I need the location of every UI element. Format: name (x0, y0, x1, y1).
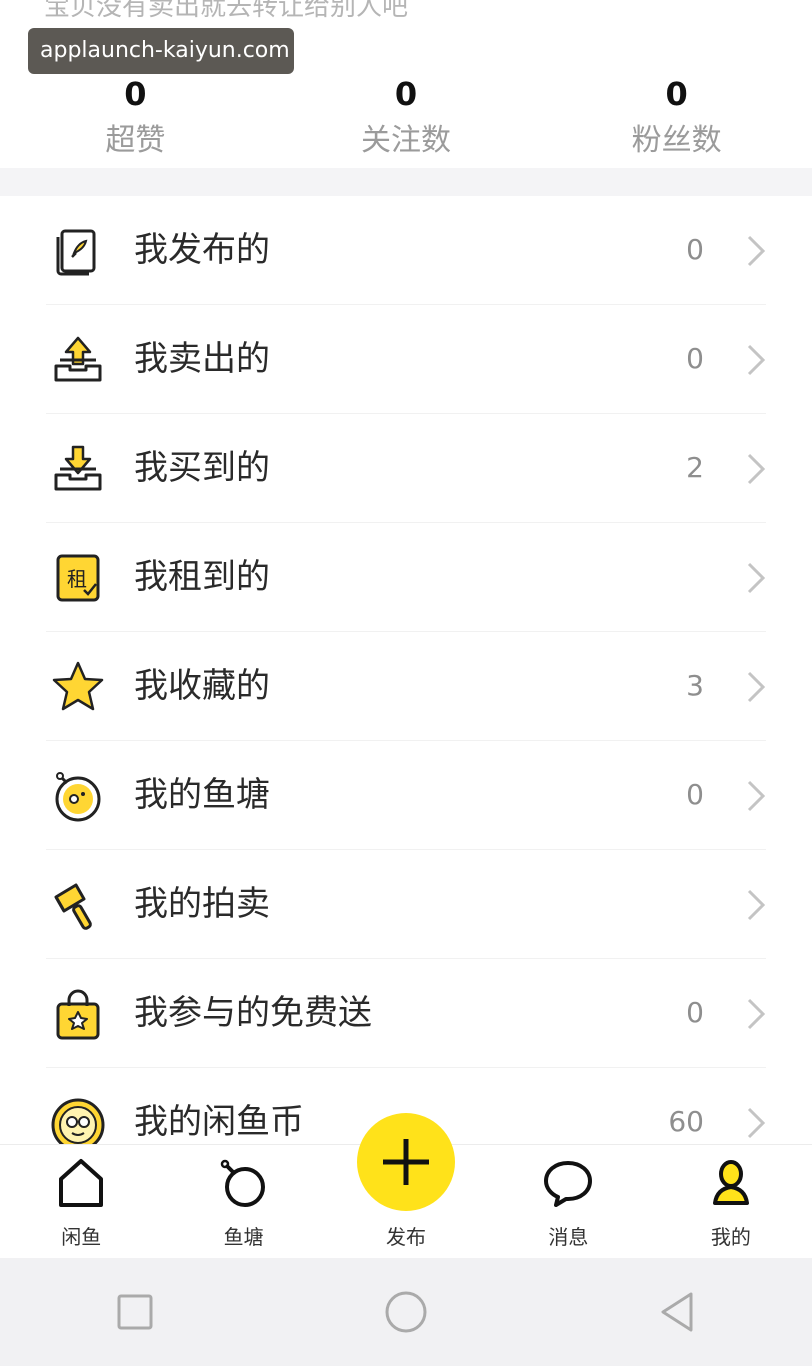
section-gap (0, 168, 812, 196)
menu-item-sold[interactable]: 我卖出的 0 (0, 305, 812, 414)
system-nav-bar (0, 1258, 812, 1366)
menu-item-label: 我收藏的 (134, 666, 270, 706)
download-tray-icon (54, 445, 102, 491)
pond-ring-icon (220, 1159, 265, 1207)
menu-item-auction[interactable]: 我的拍卖 (0, 850, 812, 959)
tab-mine[interactable]: 我的 (650, 1145, 812, 1258)
stat-following[interactable]: 0 关注数 (271, 74, 542, 170)
menu-item-count: 0 (686, 778, 704, 811)
menu-item-count: 60 (668, 1105, 704, 1138)
menu-item-label: 我卖出的 (134, 339, 270, 379)
back-nav-button[interactable] (647, 1282, 707, 1342)
recent-apps-button[interactable] (105, 1282, 165, 1342)
stat-following-label: 关注数 (361, 123, 451, 158)
menu-item-fishpond[interactable]: 我的鱼塘 0 (0, 741, 812, 850)
svg-text:租: 租 (67, 567, 87, 591)
stat-followers[interactable]: 0 粉丝数 (541, 74, 812, 170)
chevron-right-icon (747, 1107, 766, 1139)
tab-label: 发布 (386, 1225, 427, 1249)
stat-followers-label: 粉丝数 (631, 123, 722, 158)
upload-tray-icon (54, 336, 102, 382)
chevron-right-icon (747, 889, 766, 921)
menu-item-bought[interactable]: 我买到的 2 (0, 414, 812, 523)
chevron-right-icon (747, 562, 766, 594)
fishpond-icon (55, 772, 101, 822)
menu-item-label: 我参与的免费送 (134, 993, 372, 1033)
menu-item-count: 3 (686, 669, 704, 702)
gift-bag-icon (56, 989, 100, 1040)
coin-icon (51, 1098, 105, 1146)
menu-list: 我发布的 0 我卖出的 0 我买到的 2 租 我租到的 我收藏的 3 我的鱼塘 … (0, 196, 812, 1146)
tab-messages[interactable]: 消息 (487, 1145, 649, 1258)
menu-item-label: 我发布的 (134, 230, 270, 270)
stats-bar: 0 超赞 0 关注数 0 粉丝数 (0, 74, 812, 170)
menu-item-rented[interactable]: 租 我租到的 (0, 523, 812, 632)
tab-label: 鱼塘 (223, 1225, 264, 1249)
menu-item-favorites[interactable]: 我收藏的 3 (0, 632, 812, 741)
square-icon (117, 1294, 153, 1330)
tab-home[interactable]: 闲鱼 (0, 1145, 162, 1258)
menu-item-label: 我租到的 (134, 557, 270, 597)
menu-item-count: 0 (686, 996, 704, 1029)
menu-item-label: 我买到的 (134, 448, 270, 488)
profile-icon (712, 1160, 749, 1205)
chevron-right-icon (747, 235, 766, 267)
chevron-right-icon (747, 344, 766, 376)
back-triangle-icon (661, 1292, 693, 1332)
stat-following-value: 0 (394, 75, 418, 113)
menu-item-published[interactable]: 我发布的 0 (0, 196, 812, 305)
circle-icon (385, 1291, 427, 1333)
menu-item-free-giveaway[interactable]: 我参与的免费送 0 (0, 959, 812, 1068)
menu-item-count: 2 (686, 451, 704, 484)
tab-fishpond[interactable]: 鱼塘 (162, 1145, 324, 1258)
stat-followers-value: 0 (665, 75, 688, 113)
tab-label: 我的 (710, 1225, 751, 1249)
tab-label: 消息 (548, 1225, 589, 1249)
chevron-right-icon (747, 453, 766, 485)
home-nav-button[interactable] (376, 1282, 436, 1342)
chat-bubble-icon (544, 1161, 593, 1207)
menu-item-label: 我的闲鱼币 (134, 1102, 304, 1142)
stat-likes-value: 0 (124, 75, 147, 113)
menu-item-count: 0 (686, 342, 704, 375)
document-icon (56, 229, 96, 276)
stat-likes[interactable]: 0 超赞 (0, 74, 271, 170)
top-cut-text: 宝贝没有卖出就去转让给别人吧 (44, 0, 409, 22)
watermark-badge: applaunch-kaiyun.com (28, 28, 294, 74)
tab-label: 闲鱼 (61, 1225, 102, 1249)
star-icon (52, 661, 104, 711)
auction-hammer-icon (54, 883, 92, 930)
stat-likes-label: 超赞 (105, 123, 166, 158)
chevron-right-icon (747, 780, 766, 812)
publish-fab-button[interactable] (357, 1113, 455, 1211)
menu-item-label: 我的拍卖 (134, 884, 270, 924)
home-icon (59, 1159, 104, 1207)
plus-icon (383, 1139, 429, 1185)
menu-item-count: 0 (686, 233, 704, 266)
chevron-right-icon (747, 671, 766, 703)
menu-item-label: 我的鱼塘 (134, 775, 270, 815)
chevron-right-icon (747, 998, 766, 1030)
rent-icon: 租 (56, 554, 100, 602)
